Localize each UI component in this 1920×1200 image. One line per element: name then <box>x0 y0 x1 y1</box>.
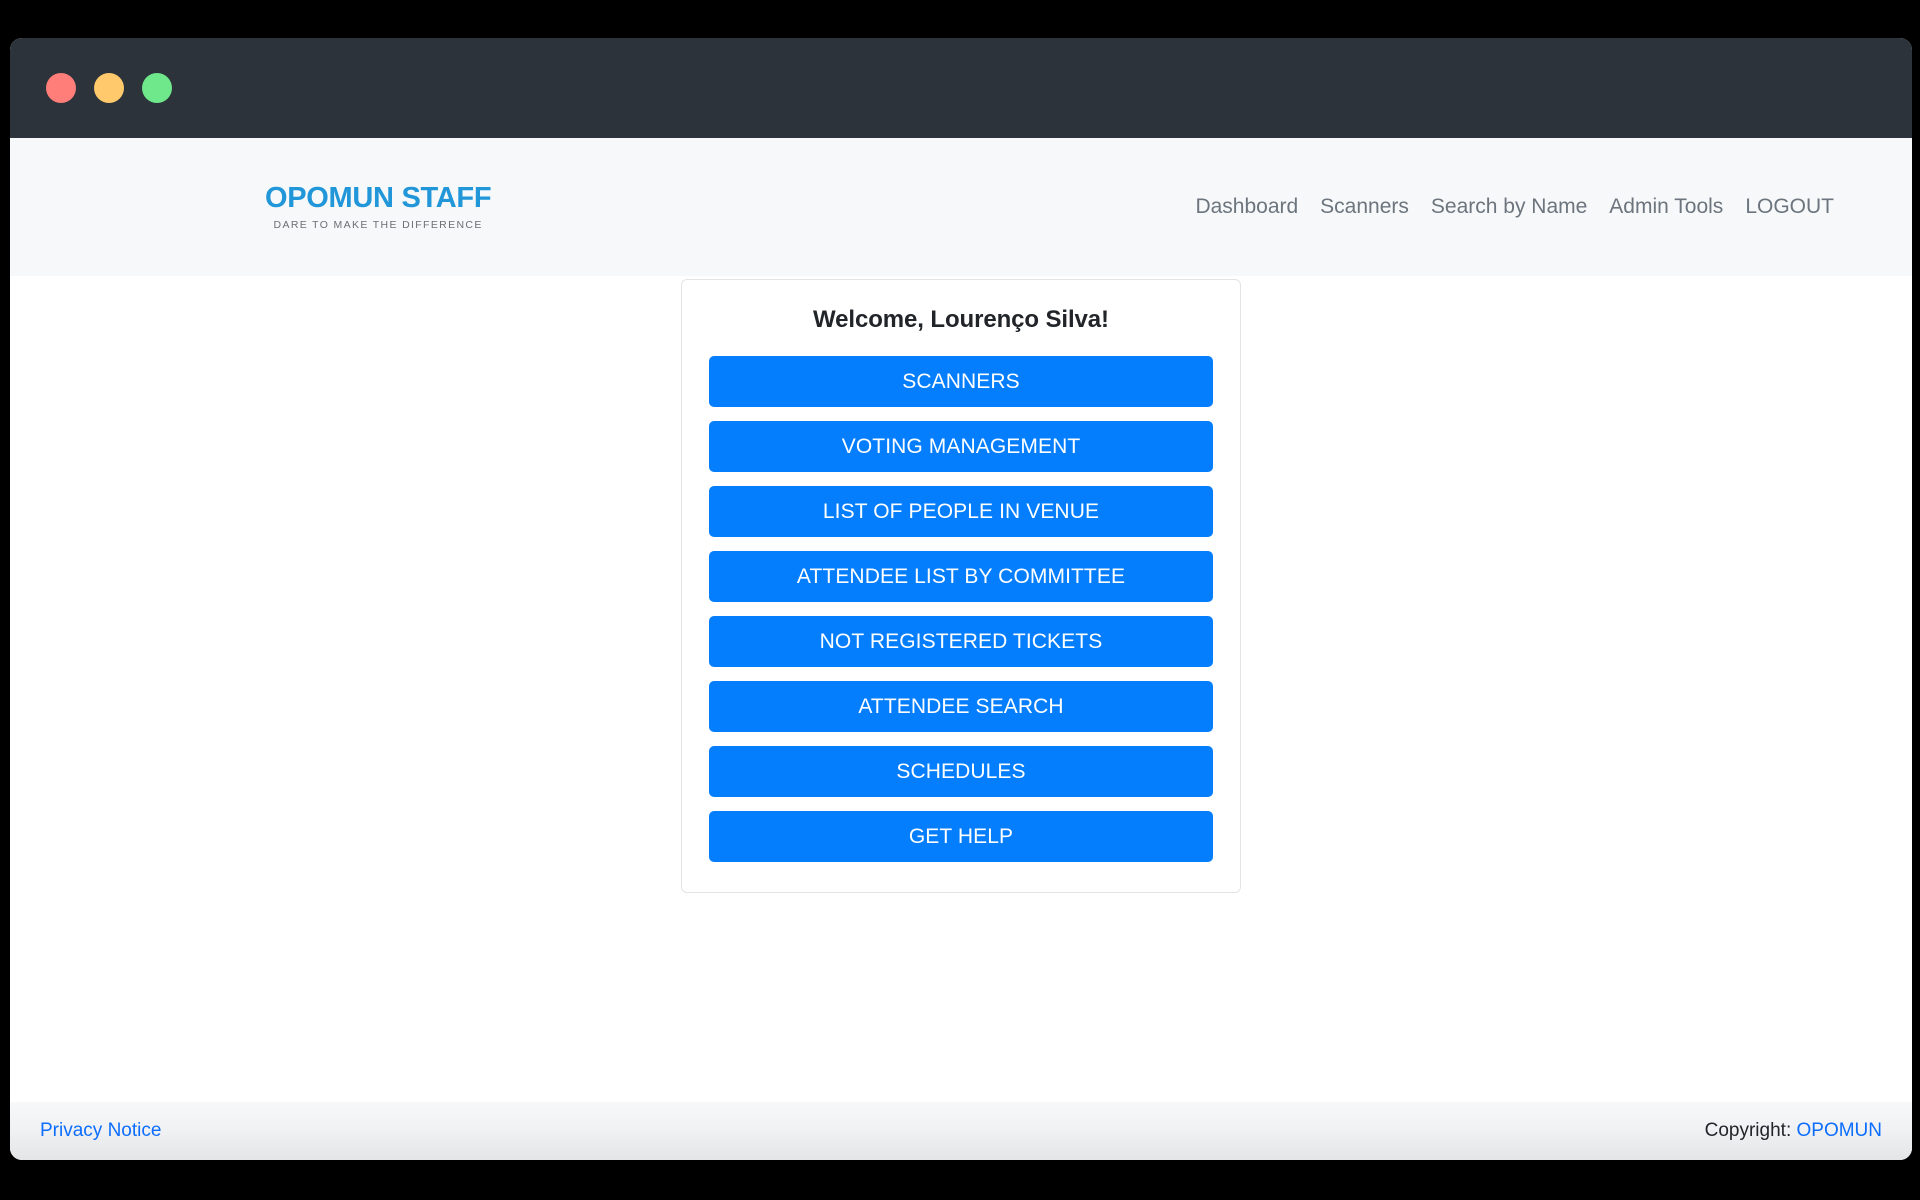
site-header: OPOMUN STAFF DARE TO MAKE THE DIFFERENCE… <box>10 138 1912 276</box>
voting-management-button[interactable]: VOTING MANAGEMENT <box>709 421 1213 472</box>
attendee-list-by-committee-button[interactable]: ATTENDEE LIST BY COMMITTEE <box>709 551 1213 602</box>
nav-item-scanners[interactable]: Scanners <box>1320 195 1409 219</box>
opomun-link[interactable]: OPOMUN <box>1797 1120 1883 1141</box>
brand-logo[interactable]: OPOMUN STAFF DARE TO MAKE THE DIFFERENCE <box>265 181 492 232</box>
nav-item-logout[interactable]: LOGOUT <box>1745 195 1834 219</box>
maximize-window-icon[interactable] <box>142 73 172 103</box>
minimize-window-icon[interactable] <box>94 73 124 103</box>
get-help-button[interactable]: GET HELP <box>709 811 1213 862</box>
not-registered-tickets-button[interactable]: NOT REGISTERED TICKETS <box>709 616 1213 667</box>
main-navigation: Dashboard Scanners Search by Name Admin … <box>1195 195 1852 219</box>
list-of-people-in-venue-button[interactable]: LIST OF PEOPLE IN VENUE <box>709 486 1213 537</box>
copyright-text: Copyright: OPOMUN <box>1705 1120 1882 1142</box>
page-title: Welcome, Lourenço Silva! <box>813 306 1109 333</box>
site-footer: Privacy Notice Copyright: OPOMUN <box>10 1102 1912 1160</box>
brand-tagline: DARE TO MAKE THE DIFFERENCE <box>273 219 483 232</box>
schedules-button[interactable]: SCHEDULES <box>709 746 1213 797</box>
close-window-icon[interactable] <box>46 73 76 103</box>
copyright-prefix: Copyright: <box>1704 1120 1797 1141</box>
attendee-search-button[interactable]: ATTENDEE SEARCH <box>709 681 1213 732</box>
nav-item-search-by-name[interactable]: Search by Name <box>1431 195 1587 219</box>
nav-item-dashboard[interactable]: Dashboard <box>1195 195 1298 219</box>
main-content: Welcome, Lourenço Silva! SCANNERS VOTING… <box>10 276 1912 1102</box>
window-titlebar <box>10 38 1912 138</box>
brand-title: OPOMUN STAFF <box>265 181 492 214</box>
browser-window: OPOMUN STAFF DARE TO MAKE THE DIFFERENCE… <box>10 38 1912 1160</box>
nav-item-admin-tools[interactable]: Admin Tools <box>1609 195 1723 219</box>
dashboard-card: Welcome, Lourenço Silva! SCANNERS VOTING… <box>681 279 1241 893</box>
scanners-button[interactable]: SCANNERS <box>709 356 1213 407</box>
privacy-notice-link[interactable]: Privacy Notice <box>40 1120 161 1142</box>
